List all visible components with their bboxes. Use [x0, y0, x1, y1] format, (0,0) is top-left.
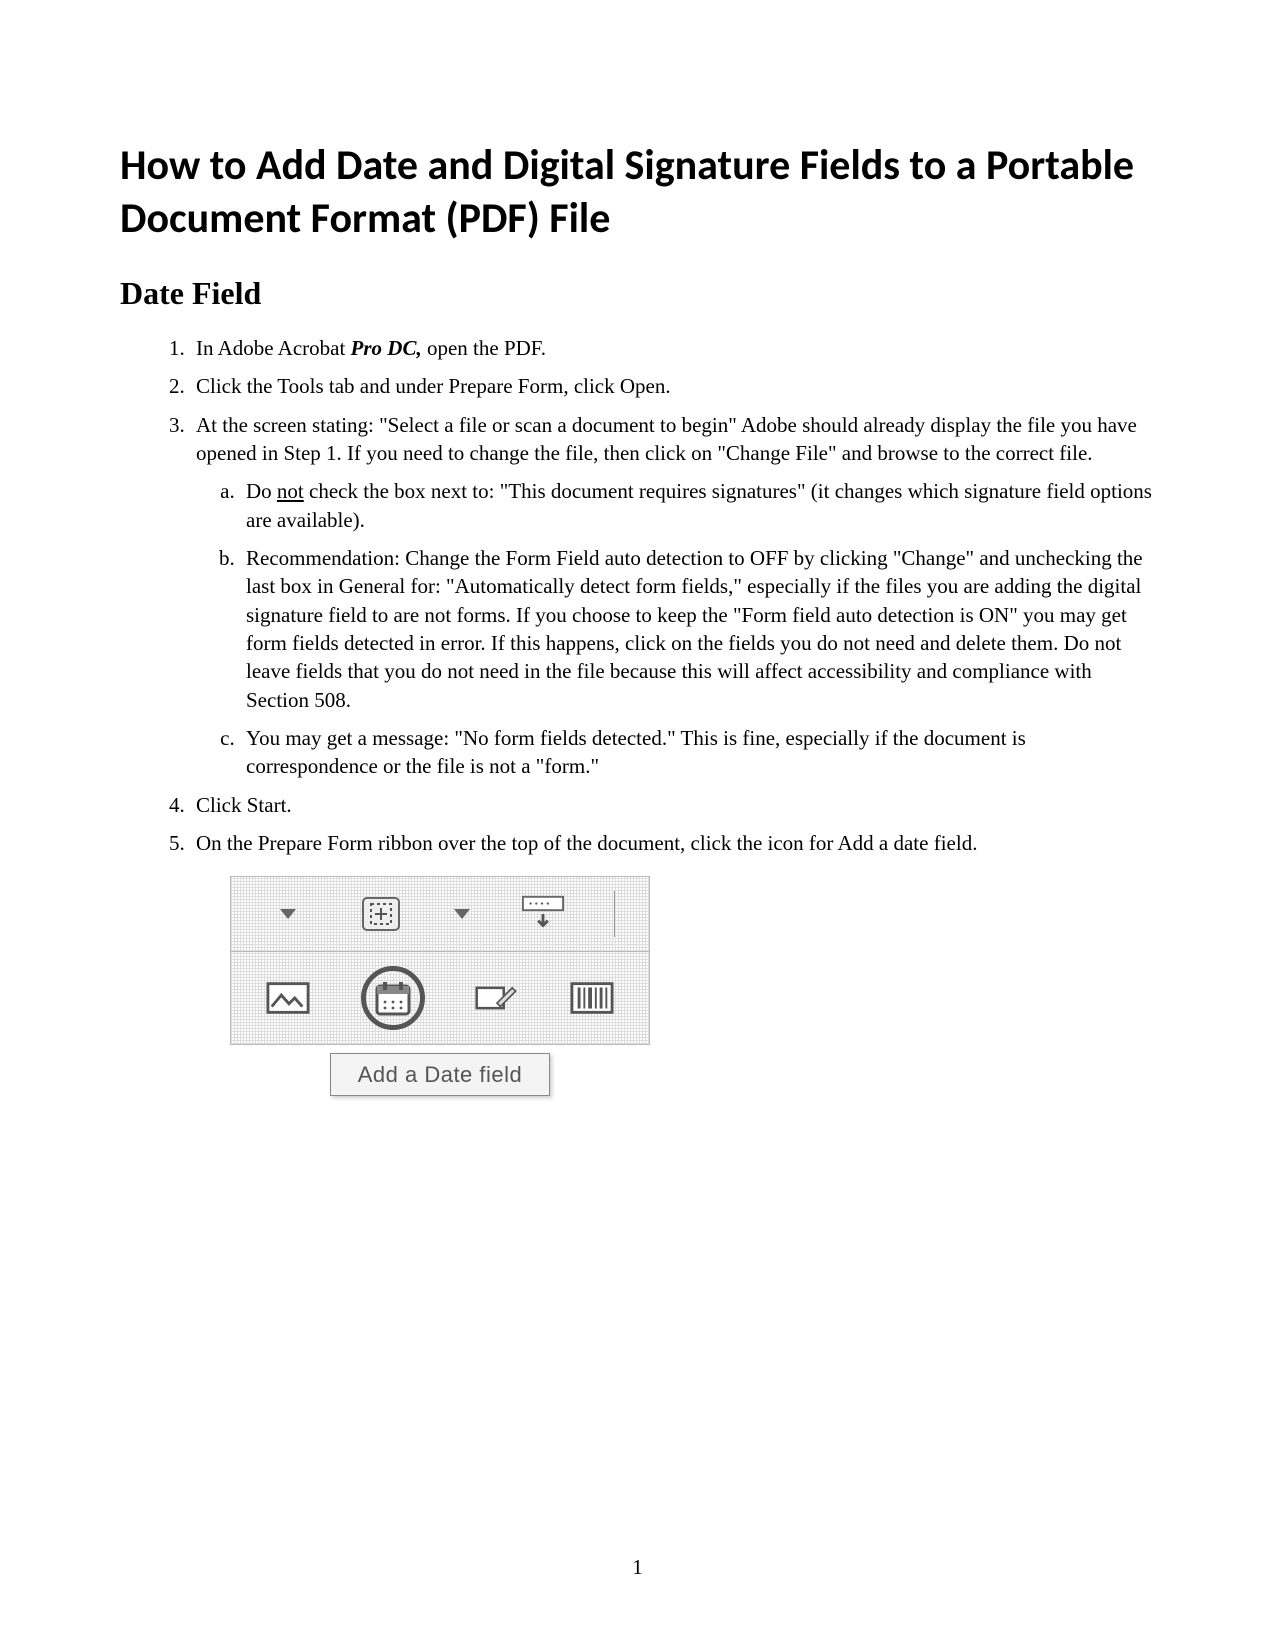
step-3c: You may get a message: "No form fields d…: [240, 724, 1155, 781]
step-3: At the screen stating: "Select a file or…: [190, 411, 1155, 781]
steps-list: In Adobe Acrobat Pro DC, open the PDF. C…: [120, 334, 1155, 1096]
step-2: Click the Tools tab and under Prepare Fo…: [190, 372, 1155, 400]
chevron-down-icon: [452, 892, 472, 936]
add-text-field-icon: [359, 892, 403, 936]
signature-field-icon: [475, 976, 519, 1020]
step-4: Click Start.: [190, 791, 1155, 819]
toolbar-divider: [614, 891, 615, 937]
step-5: On the Prepare Form ribbon over the top …: [190, 829, 1155, 1096]
section-heading-date-field: Date Field: [120, 275, 1155, 312]
step-3b: Recommendation: Change the Form Field au…: [240, 544, 1155, 714]
image-field-icon: [266, 976, 310, 1020]
barcode-field-icon: [570, 976, 614, 1020]
toolbar-row-2: [230, 952, 650, 1045]
dropdown-field-icon: [521, 892, 565, 936]
step-1: In Adobe Acrobat Pro DC, open the PDF.: [190, 334, 1155, 362]
tooltip-add-date-field: Add a Date field: [330, 1053, 550, 1097]
add-date-field-icon-circled: [361, 966, 425, 1030]
toolbar-row-1: [230, 876, 650, 952]
toolbar-screenshot: Add a Date field: [230, 876, 650, 1097]
chevron-down-icon: [266, 892, 310, 936]
date-field-icon: [373, 978, 413, 1018]
page-number: 1: [0, 1555, 1275, 1580]
step-3-substeps: Do not check the box next to: "This docu…: [196, 477, 1155, 780]
page-title: How to Add Date and Digital Signature Fi…: [120, 140, 1155, 245]
step-3a: Do not check the box next to: "This docu…: [240, 477, 1155, 534]
